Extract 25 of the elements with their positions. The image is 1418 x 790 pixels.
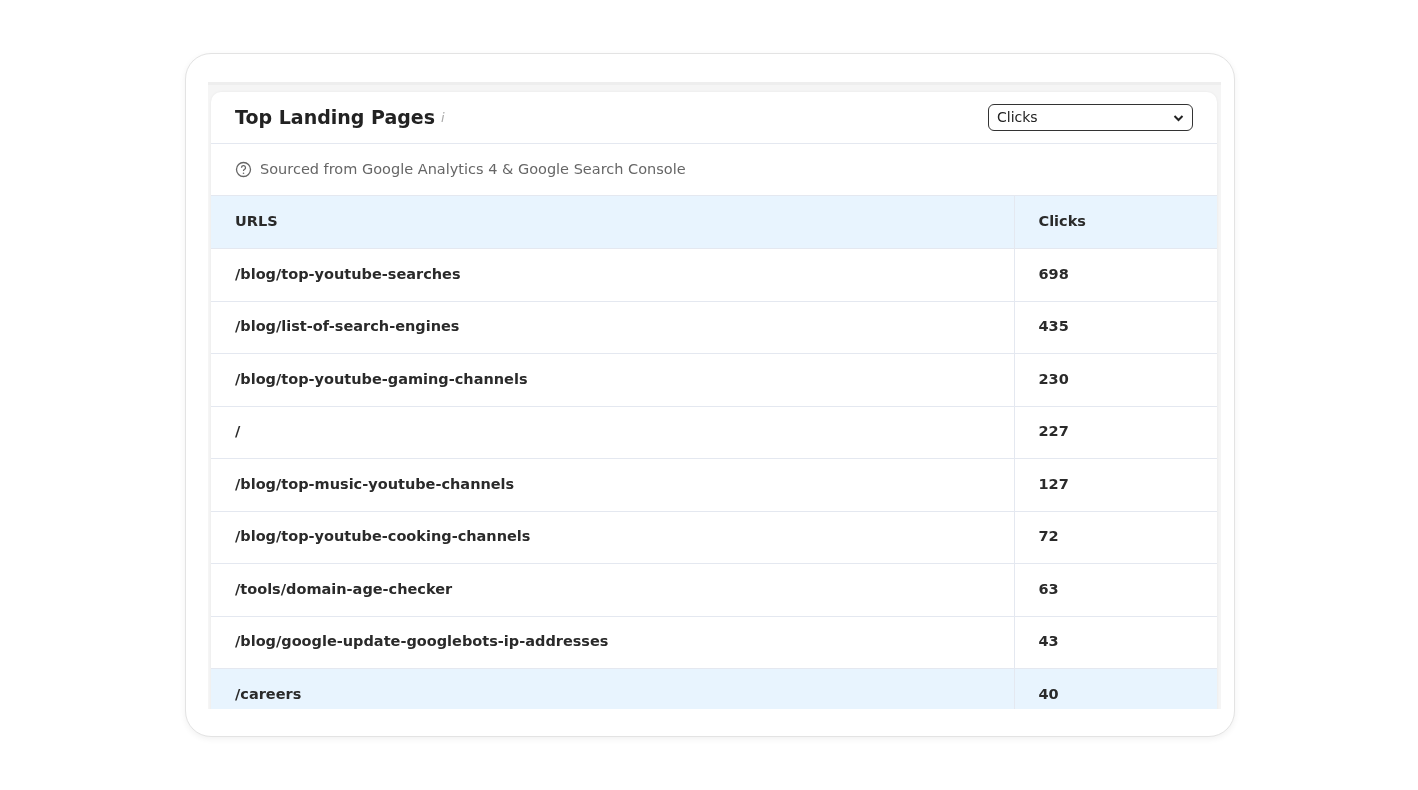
clicks-cell: 72 <box>1014 511 1217 564</box>
clicks-cell: 227 <box>1014 406 1217 459</box>
url-cell: /blog/google-update-googlebots-ip-addresses <box>211 616 1014 669</box>
url-cell: /blog/top-music-youtube-channels <box>211 458 1014 511</box>
metric-dropdown[interactable]: Clicks <box>988 104 1193 131</box>
url-cell: /careers <box>211 668 1014 709</box>
clicks-cell: 127 <box>1014 458 1217 511</box>
clicks-cell: 230 <box>1014 353 1217 406</box>
url-cell: /tools/domain-age-checker <box>211 563 1014 616</box>
source-note: Sourced from Google Analytics 4 & Google Search Console <box>260 159 686 179</box>
url-cell: /blog/list-of-search-engines <box>211 301 1014 354</box>
url-cell: /blog/top-youtube-gaming-channels <box>211 353 1014 406</box>
url-cell: /blog/top-youtube-cooking-channels <box>211 511 1014 564</box>
widget-title: Top Landing Pages <box>235 105 436 131</box>
help-icon <box>235 161 252 178</box>
clicks-cell: 435 <box>1014 301 1217 354</box>
chevron-down-icon <box>1173 113 1184 122</box>
clicks-cell: 40 <box>1014 668 1217 709</box>
clicks-cell: 63 <box>1014 563 1217 616</box>
clicks-cell: 698 <box>1014 248 1217 301</box>
clicks-cell: 43 <box>1014 616 1217 669</box>
column-header: URLS <box>211 196 1014 249</box>
column-header: Clicks <box>1014 196 1217 249</box>
url-cell: /blog/top-youtube-searches <box>211 248 1014 301</box>
url-cell: / <box>211 406 1014 459</box>
